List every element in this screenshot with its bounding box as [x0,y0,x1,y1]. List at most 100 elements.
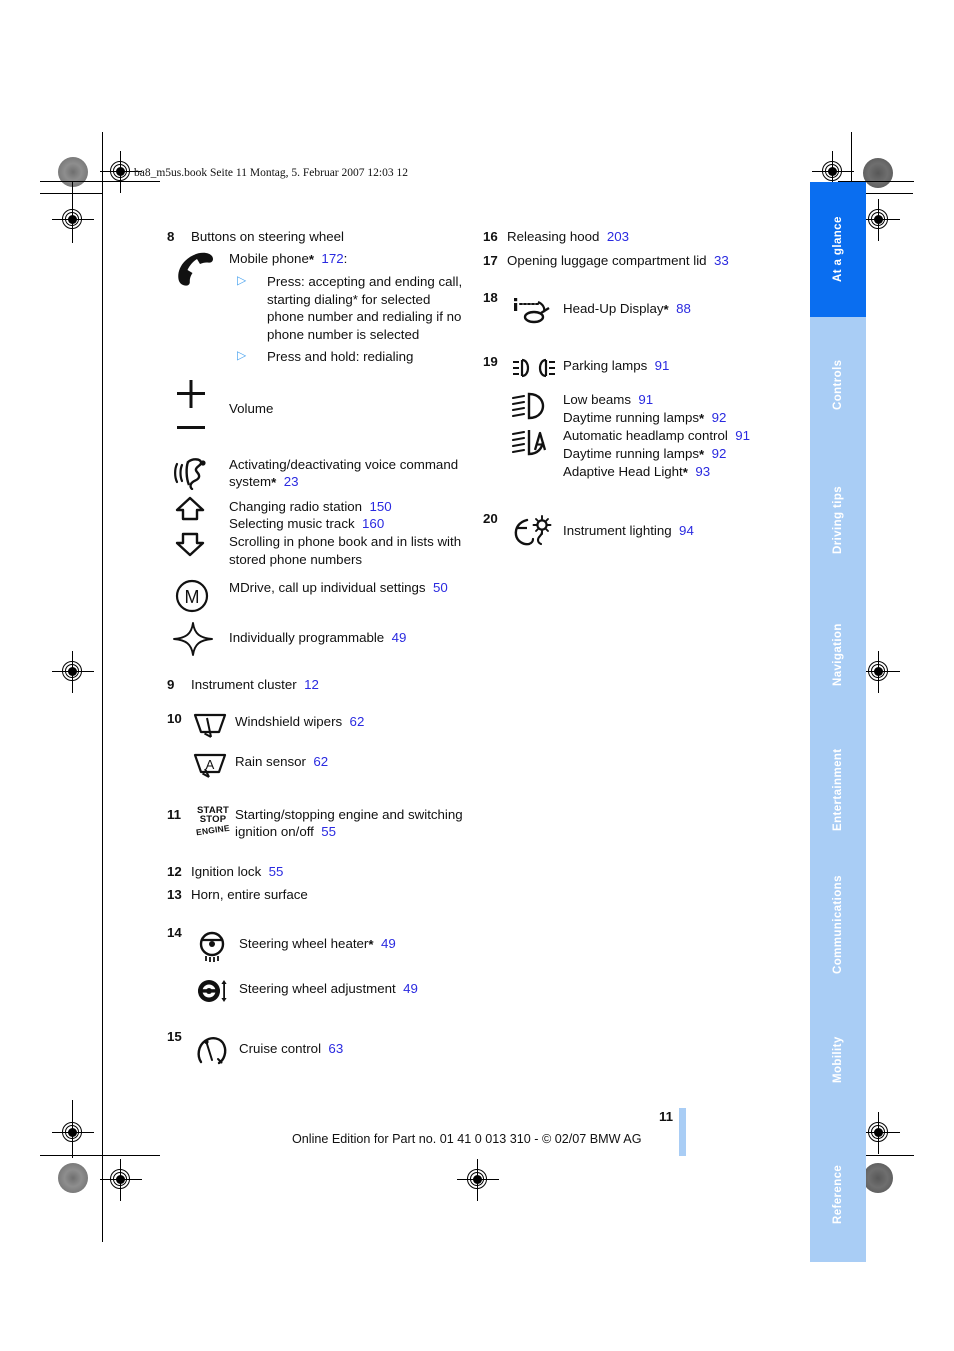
list-item: 19 Parking lamps 91 Low beams 91 Daytime… [483,353,803,482]
page-ref[interactable]: 62 [313,754,328,769]
item-number: 18 [483,290,498,306]
sidebar-item-mobility[interactable]: Mobility [810,992,866,1127]
page-ref[interactable]: 150 [369,499,391,514]
item-number: 20 [483,510,498,526]
page-ref[interactable]: 94 [679,523,694,538]
entry-text: Steering wheel adjustment [239,980,396,996]
entry-text: Adaptive Head Light [563,464,683,480]
sidebar-item-driving-tips[interactable]: Driving tips [810,452,866,587]
page-ref[interactable]: 93 [695,464,710,479]
entry-line: Low beams 91 [563,391,803,409]
registration-mark [100,151,142,193]
crop-mark-horizontal [40,193,102,194]
item-body: Cruise control 63 [191,1028,467,1068]
tab-label: Controls [832,359,844,410]
sidebar-item-controls[interactable]: Controls [810,317,866,452]
entry-text: Individually programmable [229,630,385,646]
start-stop-engine-icon: START STOP ENGINE [191,806,235,837]
icon-entry-body: Steering wheel adjustment 49 [239,976,467,998]
icon-entry: Volume [167,379,467,440]
page-ref[interactable]: 91 [638,392,653,407]
icon-text-engine: ENGINE [195,822,231,837]
list-item: 12 Ignition lock 55 [167,863,467,881]
option-asterisk: * [682,465,688,481]
item-number: 9 [167,677,175,693]
tab-label: Entertainment [832,748,844,831]
list-item: 11 START STOP ENGINE Starting/stopping e… [167,806,467,841]
phone-handset-icon [167,249,229,287]
entry-text: Starting/stopping engine and switching i… [235,806,463,840]
item-title: Releasing hood 203 [507,228,803,246]
entry-text: Selecting music track [229,516,355,532]
sidebar-item-entertainment[interactable]: Entertainment [810,722,866,857]
bullet-item: ▷ Press: accepting and ending call, star… [229,273,467,343]
page-ref[interactable]: 55 [321,824,336,839]
rain-sensor-icon: A [191,750,235,780]
list-item: 17 Opening luggage compartment lid 33 [483,252,803,270]
icon-entry-body: Windshield wipers 62 [235,710,467,731]
item-title: Ignition lock 55 [191,863,467,881]
entry-text: Scrolling in phone book and in lists wit… [229,534,462,567]
icon-entry: Low beams 91 Daytime running lamps* 92 [507,391,803,427]
sidebar-item-communications[interactable]: Communications [810,857,866,992]
sidebar-item-navigation[interactable]: Navigation [810,587,866,722]
item-title: Opening luggage compartment lid 33 [507,252,803,270]
page-ref[interactable]: 63 [328,1041,343,1056]
page-ref[interactable]: 172 [321,251,343,266]
entry-line: Automatic headlamp control 91 [563,427,803,445]
parking-lamps-icon [507,357,563,379]
tab-label: At a glance [832,216,844,283]
page-ref[interactable]: 23 [284,474,299,489]
page-ref[interactable]: 160 [362,516,384,531]
mdrive-m-circle-icon: M [167,578,229,614]
registration-mark [52,199,94,241]
page-ref[interactable]: 49 [403,981,418,996]
page-ref[interactable]: 91 [655,358,670,373]
page-ref[interactable]: 62 [350,714,365,729]
icon-entry: Windshield wipers 62 [191,710,467,740]
right-content-column: 16 Releasing hood 203 17 Opening luggage… [483,228,803,548]
option-asterisk: * [308,251,315,267]
voice-command-icon [167,456,229,490]
entry-line: Mobile phone* 172: [229,250,467,269]
entry-text: Low beams [563,392,631,408]
option-asterisk: * [698,446,705,462]
icon-entry: Changing radio station 150 Selecting mus… [167,496,467,568]
icon-entry: Individually programmable 49 [167,622,467,657]
option-asterisk: * [698,410,705,426]
page-ref[interactable]: 91 [735,428,750,443]
page-ref[interactable]: 88 [676,301,691,316]
left-content-column: 8 Buttons on steering wheel Mobile phone… [167,228,467,1068]
icon-entry-body: Head-Up Display* 88 [563,295,803,319]
page-ref[interactable]: 92 [712,446,727,461]
triangle-bullet-icon: ▷ [237,348,247,363]
sidebar-item-reference[interactable]: Reference [810,1127,866,1262]
entry-line: Scrolling in phone book and in lists wit… [229,533,467,568]
icon-entry-body: Individually programmable 49 [229,622,467,647]
tab-label: Reference [832,1164,844,1225]
page-ref[interactable]: 33 [714,253,729,268]
page-ref[interactable]: 49 [392,630,407,645]
page-ref[interactable]: 92 [712,410,727,425]
crop-mark-vertical [72,181,73,243]
entry-text: Ignition lock [191,863,262,879]
page-ref[interactable]: 50 [433,580,448,595]
item-number: 16 [483,229,498,244]
automatic-headlamp-control-icon [507,427,563,457]
sidebar-item-at-a-glance[interactable]: At a glance [810,182,866,317]
item-number: 13 [167,887,182,903]
svg-text:A: A [206,757,215,772]
icon-entry-body: Changing radio station 150 Selecting mus… [229,496,467,568]
entry-text: Steering wheel heater [239,935,369,951]
crop-mark-horizontal [40,1155,160,1156]
crop-mark-horizontal [40,181,160,182]
page-ref[interactable]: 49 [381,936,396,951]
page-ref[interactable]: 203 [607,229,629,244]
page-ref[interactable]: 55 [269,864,284,879]
entry-text: Instrument cluster [191,677,297,693]
head-up-display-icon [507,295,563,327]
density-patch [58,1163,88,1193]
file-slug: ba8_m5us.book Seite 11 Montag, 5. Februa… [134,167,408,179]
item-body: Steering wheel heater* 49 Steering wheel… [191,924,467,1006]
page-ref[interactable]: 12 [304,677,319,692]
